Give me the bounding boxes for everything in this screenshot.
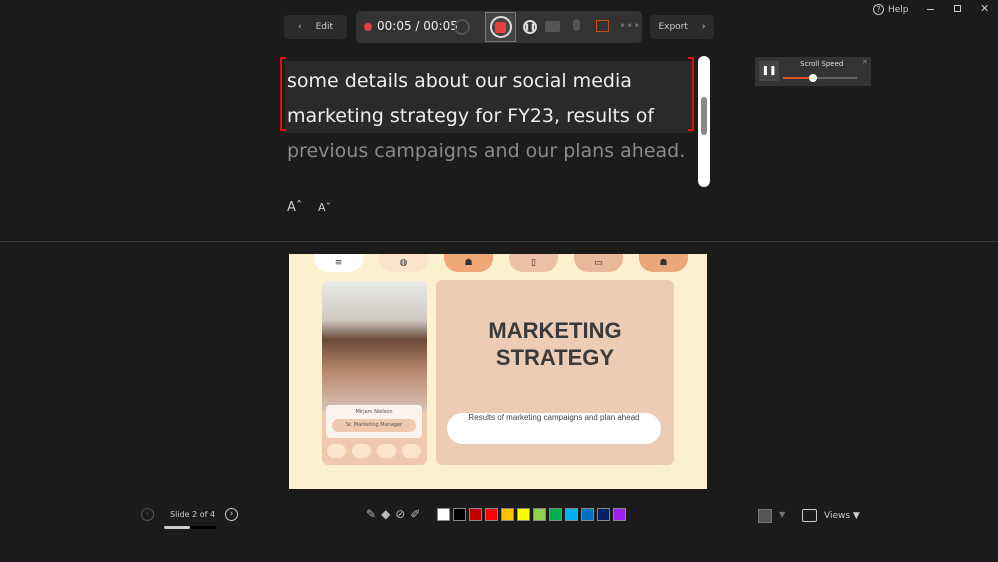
menu-icon: ≡	[314, 254, 363, 272]
chevron-left-icon: ‹	[297, 22, 302, 32]
ink-color-swatch[interactable]	[469, 508, 482, 521]
people-icon: ☗	[444, 254, 493, 272]
teleprompter-icon[interactable]	[596, 20, 609, 32]
ink-color-swatch[interactable]	[533, 508, 546, 521]
presentation-icon: ☗	[639, 254, 688, 272]
ink-color-swatch[interactable]	[485, 508, 498, 521]
export-button[interactable]: Export ›	[650, 15, 714, 39]
presenter-name: Mirjam Nielson	[355, 409, 393, 415]
edit-button[interactable]: ‹ Edit	[284, 15, 347, 39]
ink-color-swatch[interactable]	[501, 508, 514, 521]
script-line: marketing strategy for FY23, results of	[287, 105, 655, 127]
script-line: previous campaigns and our plans ahead.	[287, 140, 686, 162]
globe-icon: ◍	[379, 254, 428, 272]
slide-title: STRATEGY	[495, 345, 615, 370]
pause-button[interactable]: ❚❚	[523, 20, 537, 34]
ink-color-swatch[interactable]	[565, 508, 578, 521]
chevron-right-icon: ›	[701, 22, 706, 32]
timer: 00:05 / 00:05	[377, 19, 458, 33]
scroll-speed-panel: ❚❚ Scroll Speed ✕	[755, 57, 871, 86]
close-window-button[interactable]: ✕	[980, 2, 989, 15]
slide-progress	[164, 526, 216, 529]
camera-icon[interactable]	[545, 21, 560, 32]
ink-color-swatch[interactable]	[549, 508, 562, 521]
focus-bracket-left	[280, 57, 286, 131]
help-button[interactable]: ? Help	[873, 4, 909, 15]
presenter-role: Sr. Marketing Manager	[332, 419, 416, 432]
ink-color-swatch[interactable]	[453, 508, 466, 521]
ink-color-swatch[interactable]	[597, 508, 610, 521]
recording-toolbar: 00:05 / 00:05 ❚❚ •••	[356, 11, 642, 43]
divider	[0, 241, 998, 242]
ink-color-swatch[interactable]	[613, 508, 626, 521]
slide-title: MARKETING	[488, 318, 622, 343]
decrease-font-button[interactable]: Aˇ	[318, 201, 331, 214]
highlighter-icon[interactable]: ✐	[410, 507, 420, 521]
ink-color-palette	[437, 508, 626, 521]
restore-button[interactable]	[954, 5, 961, 12]
pause-scroll-button[interactable]: ❚❚	[759, 61, 779, 81]
next-slide-button[interactable]: ›	[225, 508, 238, 521]
title-card: MARKETING STRATEGY Results of marketing …	[436, 280, 674, 465]
phone-icon: ▯	[509, 254, 558, 272]
retake-icon[interactable]	[454, 19, 470, 35]
focus-bracket-right	[688, 57, 694, 131]
presenter-card: Mirjam Nielson Sr. Marketing Manager	[322, 281, 427, 465]
teleprompter-text: some details about our social media mark…	[287, 56, 687, 186]
recording-dot-icon	[364, 23, 372, 31]
script-line: some details about our social media	[287, 70, 632, 92]
scrollbar-thumb[interactable]	[701, 97, 707, 135]
close-panel-icon[interactable]: ✕	[862, 58, 868, 66]
more-options-icon[interactable]: •••	[619, 19, 640, 33]
scroll-speed-label: Scroll Speed	[800, 60, 844, 68]
ink-color-swatch[interactable]	[581, 508, 594, 521]
stop-button[interactable]	[485, 12, 516, 42]
views-button[interactable]: Views ▼	[802, 509, 860, 522]
slide-indicator: Slide 2 of 4	[170, 510, 216, 519]
scroll-speed-slider[interactable]	[783, 74, 857, 82]
monitor-icon: ▭	[574, 254, 623, 272]
ink-color-swatch[interactable]	[517, 508, 530, 521]
layout-icon	[802, 509, 817, 522]
microphone-icon[interactable]	[573, 19, 580, 31]
clear-ink-icon[interactable]: ⊘	[395, 507, 405, 521]
slide-preview: ≡ ◍ ☗ ▯ ▭ ☗ Mirjam Nielson Sr. Marketing…	[289, 254, 707, 489]
eraser-icon[interactable]: ◆	[381, 507, 390, 521]
stop-icon	[495, 21, 506, 33]
minimize-button[interactable]	[927, 9, 934, 10]
slide-subtitle: Results of marketing campaigns and plan …	[447, 413, 661, 444]
camera-dropdown-icon[interactable]: ▼	[779, 510, 785, 519]
camera-toggle-icon[interactable]	[758, 509, 772, 523]
teleprompter-scrollbar[interactable]	[698, 56, 710, 187]
increase-font-button[interactable]: Aˆ	[287, 200, 302, 215]
previous-slide-button[interactable]: ‹	[141, 508, 154, 521]
pen-icon[interactable]: ✎	[366, 507, 376, 521]
help-icon: ?	[873, 4, 884, 15]
ink-color-swatch[interactable]	[437, 508, 450, 521]
presenter-video	[322, 281, 427, 411]
